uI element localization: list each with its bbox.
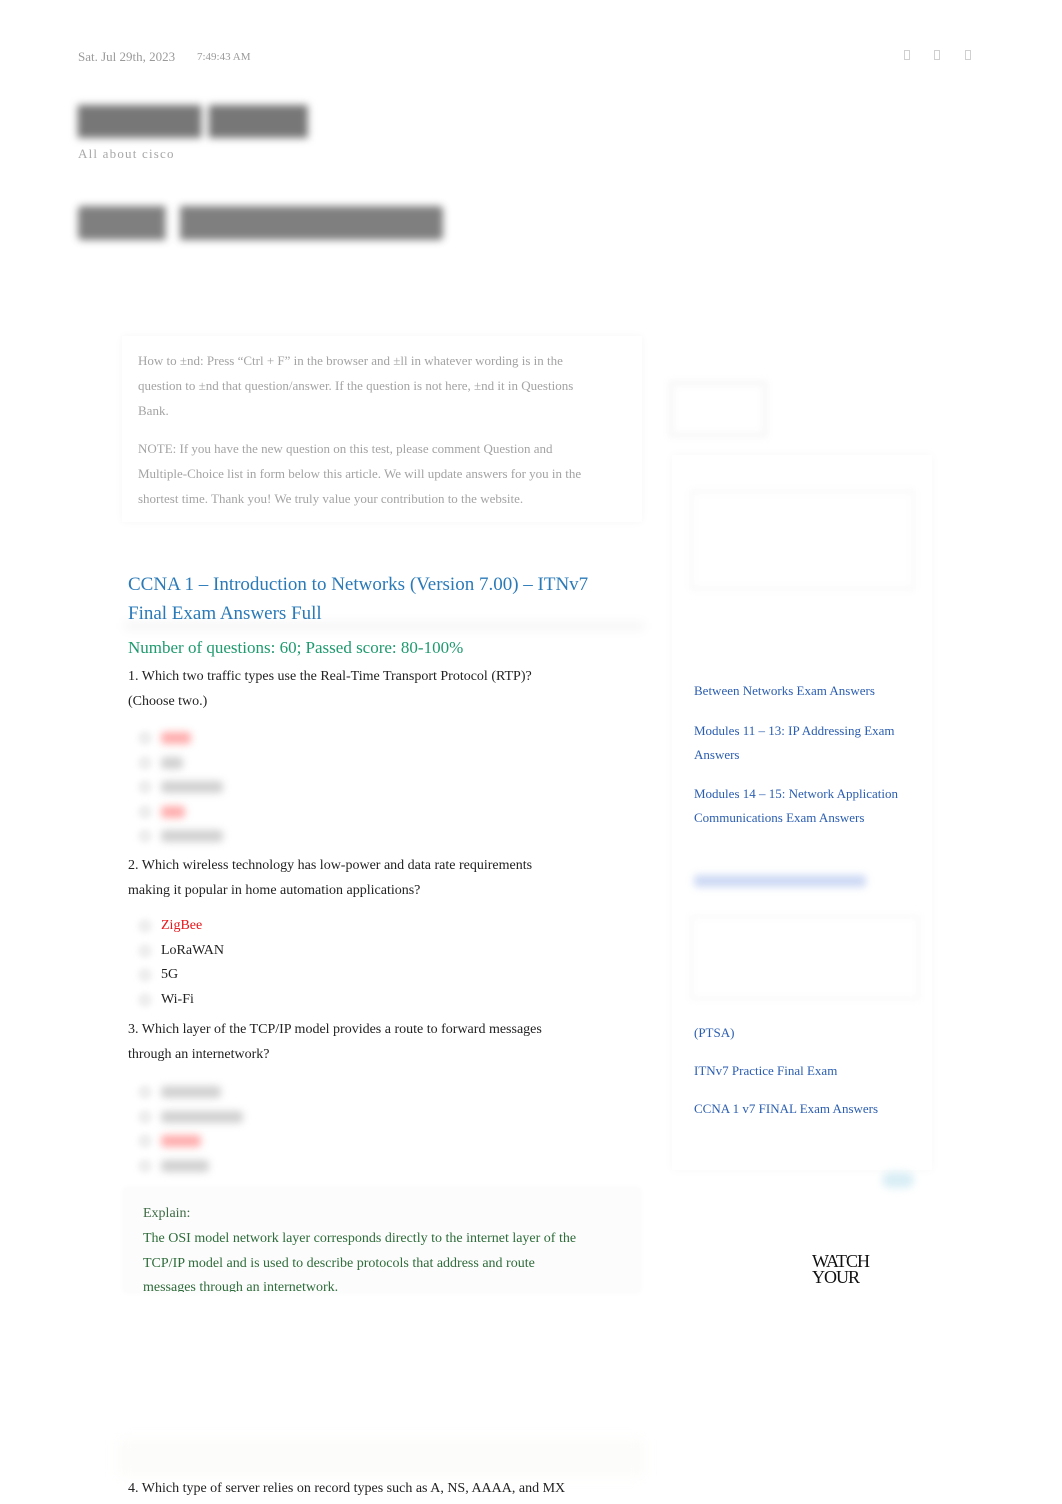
explain-body: The OSI model network layer corresponds …: [143, 1231, 577, 1292]
choice-bullet-icon: [138, 829, 152, 843]
choice-bullet-icon: [138, 1158, 152, 1173]
choice-bullet-icon: [138, 919, 152, 933]
explain-box: Explain: The OSI model network layer cor…: [124, 1188, 640, 1292]
choice-text: [161, 1159, 209, 1172]
choice-text: [161, 781, 223, 793]
article-title: CCNA 1 – Introduction to Networks (Versi…: [128, 574, 589, 624]
notice-box: How to ±nd: Press “Ctrl + F” in the brow…: [122, 336, 642, 522]
choice-text: 5G: [161, 967, 179, 982]
answer-choice: ZigBee: [138, 914, 224, 939]
choice-bullet-icon: [138, 780, 152, 794]
choice-bullet-icon: [138, 804, 152, 819]
site-tagline: All about cisco: [78, 146, 175, 161]
choice-bullet-icon: [138, 1085, 152, 1099]
choice-text: [161, 1135, 201, 1147]
choice-text: Wi-Fi: [161, 991, 194, 1007]
ad-placeholder: [118, 1440, 644, 1476]
choice-text: [161, 756, 183, 769]
choice-text: [161, 830, 223, 842]
sidebar-widget: [690, 915, 920, 1000]
answer-choice: [138, 751, 223, 776]
choice-bullet-icon: [138, 943, 152, 958]
question-2: 2. Which wireless technology has low-pow…: [128, 858, 533, 898]
choice-bullet-icon: [138, 1109, 152, 1124]
exam-meta: Number of questions: 60; Passed score: 8…: [128, 638, 464, 657]
choice-text: [161, 805, 185, 818]
answer-choice: Wi-Fi: [138, 988, 224, 1013]
answer-choice: [138, 1154, 243, 1179]
sidebar-link[interactable]: ITNv7 Practice Final Exam: [694, 1059, 909, 1083]
question-1-choices: [138, 726, 223, 849]
choice-text: ZigBee: [161, 918, 203, 933]
answer-choice: [138, 775, 223, 800]
question-4: 4. Which type of server relies on record…: [128, 1481, 566, 1496]
sidebar-widget-header: [668, 380, 768, 438]
current-time: 7:49:43 AM: [197, 51, 251, 63]
choice-text: [161, 1086, 221, 1098]
answer-choice: [138, 726, 223, 751]
answer-choice: [138, 824, 223, 849]
question-2-choices: ZigBee LoRaWAN 5G Wi-Fi: [138, 914, 224, 1012]
sidebar-link[interactable]: Between Networks Exam Answers: [694, 679, 909, 703]
choice-bullet-icon: [138, 755, 152, 770]
how-to-find-text: How to ±nd: Press “Ctrl + F” in the brow…: [138, 353, 574, 418]
explain-label: Explain:: [143, 1206, 191, 1221]
question-3-choices: [138, 1080, 243, 1178]
social-icon[interactable]: [904, 50, 910, 60]
site-logo[interactable]: ▇▇▇▇▇ ▇▇▇▇: [78, 100, 307, 140]
ad-banner-text[interactable]: WATCH YOUR: [812, 1252, 882, 1286]
question-3: 3. Which layer of the TCP/IP model provi…: [128, 1022, 542, 1062]
choice-bullet-icon: [138, 731, 152, 745]
answer-choice: [138, 1080, 243, 1105]
sidebar-link[interactable]: Modules 14 – 15: Network Application Com…: [694, 782, 909, 830]
answer-choice: [138, 800, 223, 825]
sidebar-link[interactable]: CCNA 1 v7 FINAL Exam Answers: [694, 1097, 909, 1121]
sidebar-badge: [882, 1172, 914, 1188]
social-icon[interactable]: [934, 50, 940, 60]
page-title: [78, 206, 443, 240]
note-text: NOTE: If you have the new question on th…: [138, 441, 582, 506]
choice-text: [161, 1110, 243, 1123]
choice-text: LoRaWAN: [161, 942, 224, 958]
answer-choice: LoRaWAN: [138, 939, 224, 964]
answer-choice: [138, 1105, 243, 1130]
choice-bullet-icon: [138, 968, 152, 982]
current-date: Sat. Jul 29th, 2023: [78, 49, 176, 64]
social-icon[interactable]: [965, 50, 971, 60]
sidebar-link[interactable]: Modules 11 – 13: IP Addressing Exam Answ…: [694, 719, 909, 767]
answer-choice: [138, 1129, 243, 1154]
sidebar-link-blurred[interactable]: [694, 875, 866, 887]
choice-bullet-icon: [138, 1134, 152, 1148]
choice-bullet-icon: [138, 992, 152, 1007]
answer-choice: 5G: [138, 963, 224, 988]
question-1: 1. Which two traffic types use the Real-…: [128, 669, 532, 709]
choice-text: [161, 732, 191, 744]
title-divider: [124, 622, 644, 630]
sidebar-link[interactable]: (PTSA): [694, 1021, 909, 1045]
sidebar-widget: [690, 490, 915, 590]
